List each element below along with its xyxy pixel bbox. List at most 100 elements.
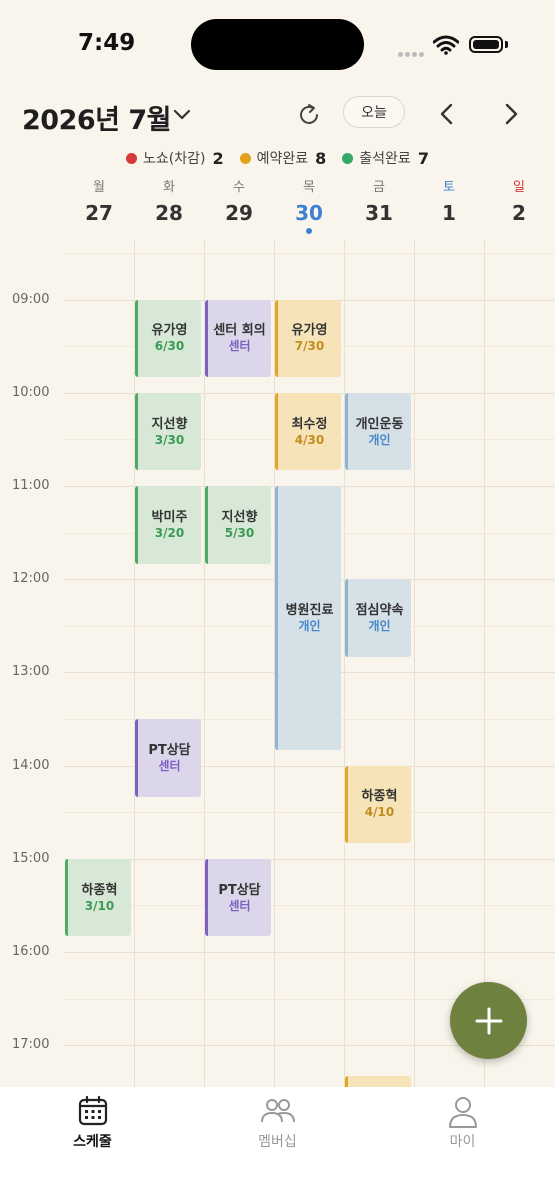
legend-label: 출석완료 <box>359 151 411 167</box>
day-of-week: 일 <box>513 180 525 195</box>
event-title: 지선향 <box>221 509 258 525</box>
legend-dot <box>239 152 251 164</box>
event-subtitle: 6/30 <box>154 339 185 354</box>
column-divider <box>344 240 345 1087</box>
battery-icon <box>469 36 503 53</box>
tab-schedule[interactable]: 스케줄 <box>0 1087 185 1151</box>
legend-count: 7 <box>417 148 429 168</box>
status-time: 7:49 <box>78 30 136 56</box>
schedule-event[interactable]: 병원진료 개인 <box>275 486 341 751</box>
schedule-event[interactable]: PT상담 센터 <box>135 719 201 797</box>
schedule-event[interactable]: 지선향 5/30 <box>205 486 271 564</box>
event-title: 개인운동 <box>355 416 404 432</box>
legend-item-attended: 출석완료 7 <box>342 148 429 168</box>
calendar-icon <box>78 1095 107 1126</box>
legend-item-booked: 예약완료 8 <box>239 148 327 168</box>
schedule-grid[interactable]: 09:00 10:00 11:00 12:00 13:00 14:00 15:00 16:00… <box>0 240 555 1087</box>
time-label: 12:00 <box>12 571 50 587</box>
event-subtitle: 센터 <box>228 339 251 354</box>
grid-line <box>64 812 555 814</box>
event-subtitle: 4/30 <box>294 432 325 447</box>
plus-icon <box>475 1007 502 1034</box>
wifi-icon <box>433 35 459 55</box>
time-label: 16:00 <box>12 944 50 959</box>
schedule-event[interactable]: 박미주 3/20 <box>135 486 201 564</box>
event-subtitle: 센터 <box>158 758 181 773</box>
event-subtitle: 개인 <box>368 432 391 447</box>
column-divider <box>414 240 415 1087</box>
schedule-event[interactable]: 유가영 6/30 <box>135 299 201 378</box>
day-date: 30 <box>295 201 323 225</box>
event-title: 하종혁 <box>81 882 118 898</box>
day-date: 1 <box>442 201 456 225</box>
day-col-6[interactable]: 일 2 <box>484 176 554 225</box>
legend-item-noshow: 노쇼(차감) 2 <box>126 148 224 168</box>
chevron-right-icon[interactable] <box>500 102 522 126</box>
day-date: 28 <box>155 201 183 225</box>
day-col-2[interactable]: 수 29 <box>204 176 274 225</box>
grid-line <box>64 858 555 860</box>
grid-line <box>64 952 555 953</box>
day-of-week: 금 <box>373 180 385 195</box>
day-col-4[interactable]: 금 31 <box>344 176 414 225</box>
event-title: PT상담 <box>148 742 191 758</box>
event-title: 병원진료 <box>285 603 334 619</box>
schedule-event[interactable]: 유가영 7/30 <box>275 299 341 378</box>
legend-label: 예약완료 <box>256 151 309 167</box>
tab-label: 멤버십 <box>258 1134 297 1150</box>
legend-count: 8 <box>315 148 327 168</box>
day-of-week: 월 <box>93 180 105 195</box>
event-title: 유가영 <box>151 323 188 339</box>
time-label: 13:00 <box>12 664 50 680</box>
event-title: 하종혁 <box>361 789 398 805</box>
schedule-event[interactable]: 개인운동 개인 <box>345 392 411 471</box>
grid-line <box>64 253 555 254</box>
signal-icon <box>398 42 426 61</box>
day-of-week: 화 <box>163 180 175 195</box>
today-indicator <box>306 228 312 234</box>
schedule-event[interactable]: PT상담 센터 <box>205 858 271 937</box>
refresh-icon[interactable] <box>296 102 322 128</box>
event-subtitle: 센터 <box>228 898 251 913</box>
day-date: 29 <box>225 201 253 225</box>
time-label: 14:00 <box>12 757 50 773</box>
add-schedule-button[interactable] <box>450 982 527 1059</box>
day-date: 31 <box>365 201 393 225</box>
day-col-3[interactable]: 목 30 <box>274 176 344 234</box>
chevron-left-icon[interactable] <box>436 102 458 126</box>
schedule-event[interactable]: 하종혁 4/10 <box>345 765 411 844</box>
event-subtitle: 개인 <box>368 619 391 634</box>
event-title: 센터 회의 <box>213 323 266 339</box>
legend-dot <box>126 152 138 164</box>
day-of-week: 목 <box>303 180 315 195</box>
day-date: 2 <box>512 201 526 225</box>
time-label: 15:00 <box>12 850 50 866</box>
day-col-0[interactable]: 월 27 <box>64 176 134 225</box>
month-title[interactable]: 2026년 7월 <box>22 98 172 137</box>
time-label: 11:00 <box>12 478 50 493</box>
week-day-header: 월 27 화 28 수 29 목 30 금 31 토 1 일 2 <box>0 176 555 240</box>
time-label: 10:00 <box>12 384 50 400</box>
today-button[interactable]: 오늘 <box>343 96 405 128</box>
day-col-1[interactable]: 화 28 <box>134 176 204 225</box>
person-icon <box>448 1097 477 1128</box>
event-subtitle: 3/30 <box>154 432 185 447</box>
day-col-5[interactable]: 토 1 <box>414 176 484 225</box>
legend-label: 노쇼(차감) <box>143 151 206 167</box>
schedule-event[interactable]: 지선향 3/30 <box>135 392 201 471</box>
day-of-week: 수 <box>233 180 245 195</box>
event-subtitle: 4/10 <box>364 805 395 820</box>
schedule-event[interactable]: 하종혁 3/10 <box>65 858 131 937</box>
schedule-event[interactable]: 최수정 4/30 <box>275 392 341 471</box>
chevron-down-icon[interactable] <box>172 104 192 124</box>
schedule-event[interactable] <box>345 1076 411 1087</box>
tab-membership[interactable]: 멤버십 <box>185 1087 370 1151</box>
schedule-event[interactable]: 센터 회의 센터 <box>205 299 271 378</box>
schedule-event[interactable]: 점심약속 개인 <box>345 579 411 657</box>
tab-label: 스케줄 <box>73 1134 112 1150</box>
event-subtitle: 3/10 <box>84 898 115 913</box>
legend-count: 2 <box>212 148 224 168</box>
grid-line <box>64 905 555 907</box>
tab-my[interactable]: 마이 <box>370 1087 555 1151</box>
event-title: 점심약속 <box>355 603 404 619</box>
